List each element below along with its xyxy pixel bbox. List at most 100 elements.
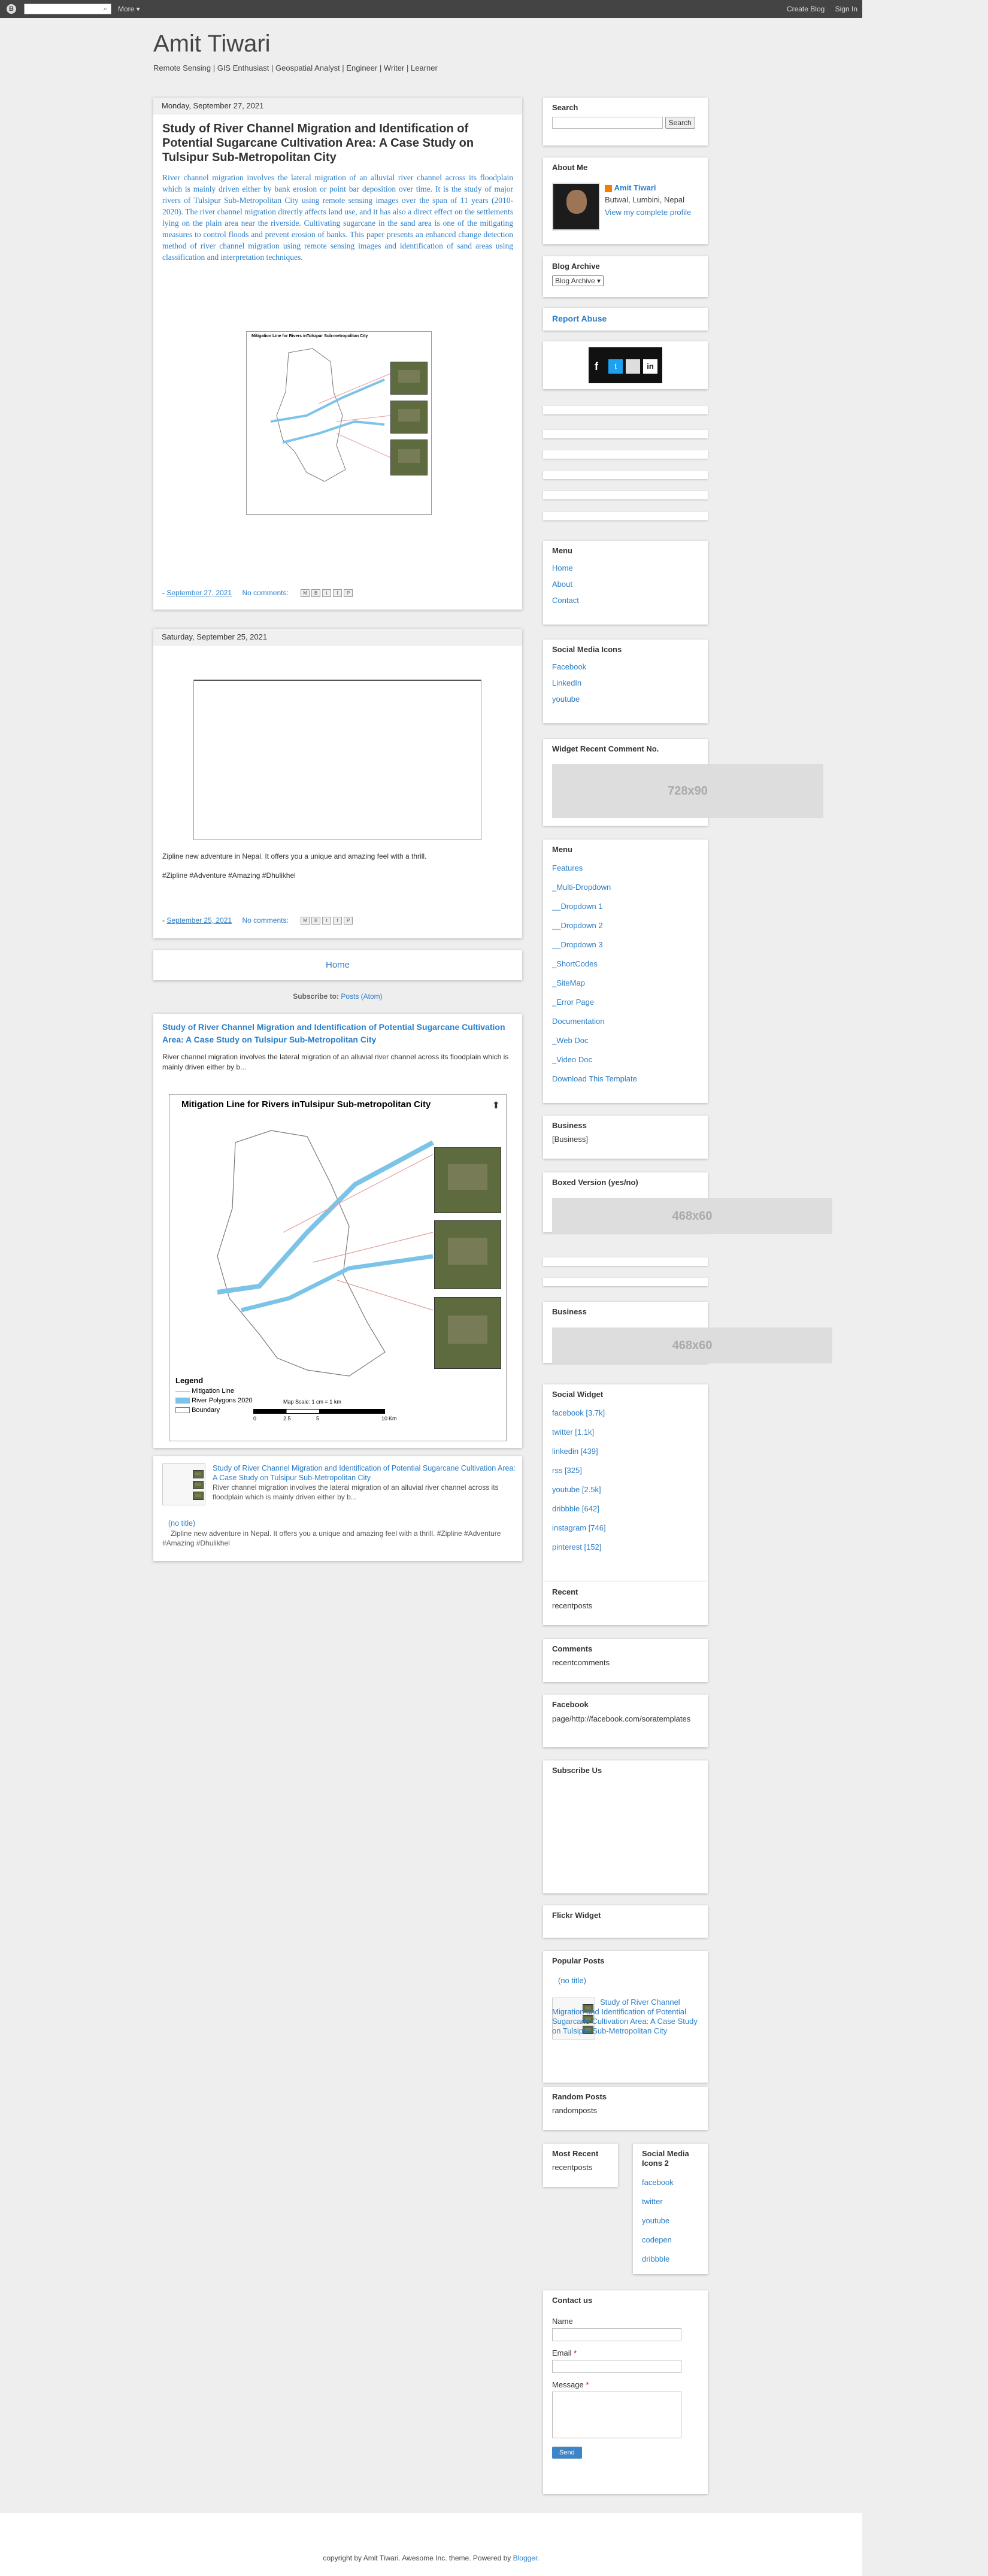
menu-item[interactable]: __Dropdown 1	[552, 897, 699, 916]
satellite-inset-3	[434, 1297, 501, 1369]
social-youtube-count[interactable]: youtube [2.5k]	[552, 1480, 699, 1499]
send-button[interactable]: Send	[552, 2447, 582, 2459]
social2-dribbble[interactable]: dribbble	[642, 2250, 699, 2269]
email-share-icon[interactable]: M	[301, 589, 310, 598]
facebook-share-icon[interactable]: f	[333, 589, 343, 598]
blog-description: Remote Sensing | GIS Enthusiast | Geospa…	[153, 63, 438, 72]
menu-item[interactable]: __Dropdown 2	[552, 916, 699, 935]
business-value: [Business]	[552, 1135, 588, 1144]
contact-name-field[interactable]	[552, 2328, 681, 2341]
blog-share-icon[interactable]: B	[311, 917, 321, 925]
create-blog-link[interactable]: Create Blog	[787, 5, 825, 13]
social-link-youtube[interactable]: youtube	[552, 691, 699, 707]
map-legend: Legend Mitigation Line River Polygons 20…	[175, 1376, 253, 1414]
social-linkedin-count[interactable]: linkedin [439]	[552, 1442, 699, 1461]
comments-link[interactable]: No comments:	[242, 916, 288, 925]
social2-youtube[interactable]: youtube	[642, 2211, 699, 2230]
popular-post-link[interactable]: (no title)	[558, 1976, 586, 1985]
recent-widget: Recent recentposts	[543, 1582, 708, 1625]
search-icon[interactable]: ⌕	[101, 4, 110, 14]
related-item[interactable]: Study of River Channel Migration and Ide…	[162, 1463, 516, 1505]
social-banner[interactable]: f t in	[589, 347, 662, 383]
business-widget: Business [Business]	[543, 1116, 708, 1159]
social-instagram-count[interactable]: instagram [746]	[552, 1519, 699, 1538]
empty-widget	[543, 1278, 708, 1286]
navbar-search-input[interactable]	[24, 4, 111, 14]
menu-item[interactable]: Download This Template	[552, 1069, 699, 1089]
contact-email-field[interactable]	[552, 2360, 681, 2373]
about-me-widget: About Me Amit Tiwari Butwal, Lumbini, Ne…	[543, 157, 708, 244]
view-profile-link[interactable]: View my complete profile	[605, 208, 691, 217]
menu-item[interactable]: _Multi-Dropdown	[552, 878, 699, 897]
social-facebook-count[interactable]: facebook [3.7k]	[552, 1404, 699, 1423]
blogger-logo-icon[interactable]: B	[7, 4, 16, 14]
pinterest-share-icon[interactable]: P	[344, 589, 353, 598]
post-timestamp-link[interactable]: September 27, 2021	[166, 589, 232, 597]
social-twitter-count[interactable]: twitter [1.1k]	[552, 1423, 699, 1442]
flickr-widget: Flickr Widget	[543, 1905, 708, 1938]
menu-item[interactable]: _ShortCodes	[552, 954, 699, 974]
social2-twitter[interactable]: twitter	[642, 2192, 699, 2211]
contact-message-field[interactable]	[552, 2392, 681, 2438]
search-input[interactable]	[552, 117, 663, 129]
twitter-icon: t	[608, 359, 623, 374]
social-rss-count[interactable]: rss [325]	[552, 1461, 699, 1480]
avatar[interactable]	[552, 183, 600, 231]
facebook-share-icon[interactable]: f	[333, 917, 343, 925]
menu-item[interactable]: Features	[552, 859, 699, 878]
home-link[interactable]: Home	[326, 960, 350, 970]
menu-item[interactable]: _Web Doc	[552, 1031, 699, 1050]
archive-select[interactable]: Blog Archive ▾	[552, 275, 604, 286]
subscribe-feed: Subscribe to: Posts (Atom)	[293, 992, 383, 1001]
social2-facebook[interactable]: facebook	[642, 2173, 699, 2192]
menu-item-about[interactable]: About	[552, 576, 699, 592]
blog-share-icon[interactable]: B	[311, 589, 321, 598]
satellite-inset-2	[434, 1220, 501, 1289]
social-link-facebook[interactable]: Facebook	[552, 659, 699, 675]
post-map-image[interactable]: Mitigation Line for Rivers inTulsipur Su…	[246, 331, 432, 515]
social2-codepen[interactable]: codepen	[642, 2230, 699, 2250]
social-link-linkedin[interactable]: LinkedIn	[552, 675, 699, 691]
comments-link[interactable]: No comments:	[242, 589, 288, 597]
empty-widget	[543, 430, 708, 438]
more-menu[interactable]: More ▾	[118, 5, 140, 13]
related-item[interactable]: (no title) Zipline new adventure in Nepa…	[162, 1519, 516, 1548]
blog-title[interactable]: Amit Tiwari	[153, 29, 438, 59]
post-timestamp-link[interactable]: September 25, 2021	[166, 916, 232, 925]
search-button[interactable]: Search	[665, 117, 695, 129]
featured-map-image[interactable]: Mitigation Line for Rivers inTulsipur Su…	[169, 1094, 507, 1441]
empty-widget	[543, 1257, 708, 1266]
linkedin-icon: in	[643, 359, 657, 374]
email-share-icon[interactable]: M	[301, 917, 310, 925]
author-name-link[interactable]: Amit Tiwari	[614, 183, 656, 192]
menu-item[interactable]: __Dropdown 3	[552, 935, 699, 954]
blog-archive-widget: Blog Archive Blog Archive ▾	[543, 256, 708, 297]
facebook-widget: Facebook page/http://facebook.com/sorate…	[543, 1695, 708, 1747]
pinterest-share-icon[interactable]: P	[344, 917, 353, 925]
search-widget: Search Search	[543, 98, 708, 146]
menu-item[interactable]: Documentation	[552, 1012, 699, 1031]
menu-item[interactable]: _Video Doc	[552, 1050, 699, 1069]
video-embed[interactable]	[193, 680, 481, 840]
social-banner-widget: f t in	[543, 341, 708, 389]
sign-in-link[interactable]: Sign In	[835, 5, 857, 13]
page-footer: copyright by Amit Tiwari. Awesome Inc. t…	[0, 2513, 862, 2576]
atom-feed-link[interactable]: Posts (Atom)	[341, 992, 382, 1001]
business-widget-2: Business 468x60	[543, 1302, 832, 1363]
popular-post-link[interactable]: Study of River Channel Migration and Ide…	[552, 1998, 699, 2036]
blogger-link[interactable]: Blogger.	[513, 2554, 540, 2562]
menu-item[interactable]: _SiteMap	[552, 974, 699, 993]
social-pinterest-count[interactable]: pinterest [152]	[552, 1538, 699, 1557]
post-title[interactable]: Study of River Channel Migration and Ide…	[162, 122, 513, 165]
satellite-inset-1	[390, 362, 428, 395]
twitter-share-icon[interactable]: t	[322, 589, 332, 598]
post-date: Monday, September 27, 2021	[153, 98, 522, 114]
report-abuse-link[interactable]: Report Abuse	[552, 314, 607, 323]
menu-item[interactable]: _Error Page	[552, 993, 699, 1012]
featured-title[interactable]: Study of River Channel Migration and Ide…	[162, 1021, 513, 1046]
menu-item-contact[interactable]: Contact	[552, 592, 699, 608]
facebook-icon: f	[595, 360, 598, 372]
twitter-share-icon[interactable]: t	[322, 917, 332, 925]
menu-item-home[interactable]: Home	[552, 560, 699, 576]
social-dribbble-count[interactable]: dribbble [642]	[552, 1499, 699, 1519]
